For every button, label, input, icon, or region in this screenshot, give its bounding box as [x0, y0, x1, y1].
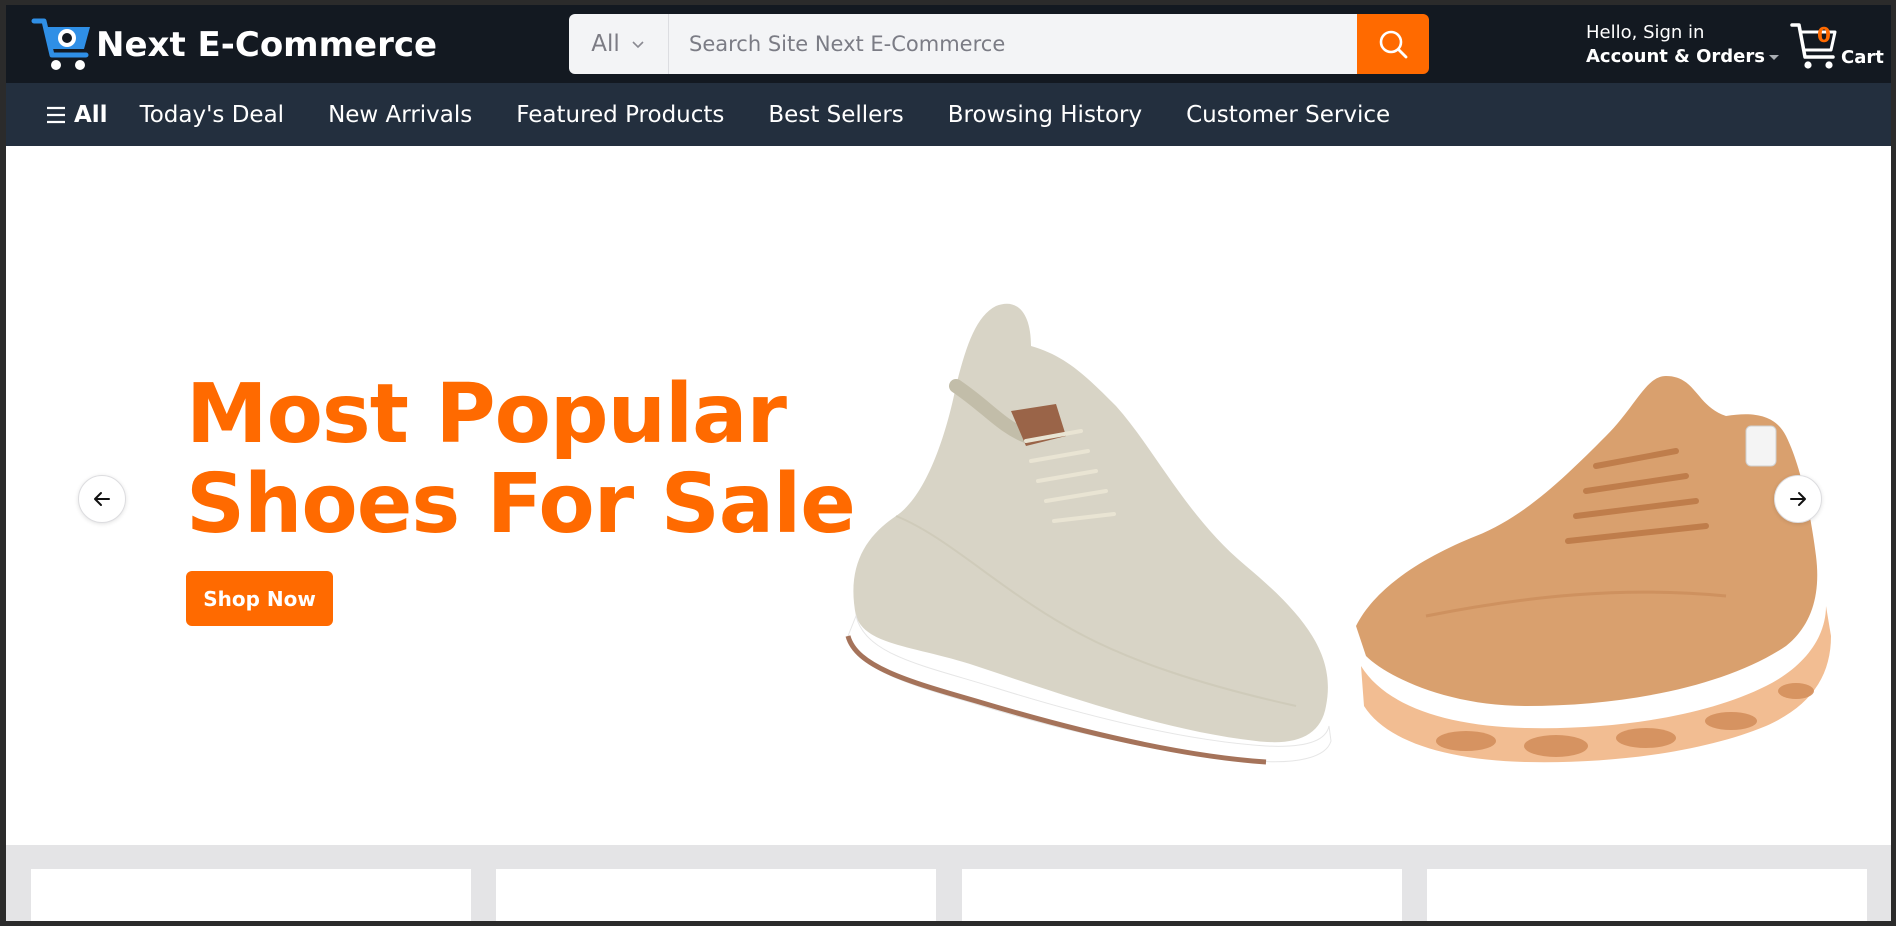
- product-card[interactable]: [496, 869, 936, 921]
- caret-down-icon: [1768, 55, 1779, 60]
- cart-logo-icon: [31, 18, 90, 70]
- browser-viewport: Next E-Commerce All Hello, Sign in Accou…: [6, 5, 1891, 921]
- cart-label: Cart: [1841, 47, 1884, 68]
- product-card[interactable]: [1427, 869, 1867, 921]
- chevron-down-icon: [632, 41, 644, 49]
- product-card[interactable]: [31, 869, 471, 921]
- account-orders-label: Account & Orders: [1586, 46, 1765, 67]
- cart-icon-wrap: 0: [1789, 19, 1839, 71]
- account-orders-link[interactable]: Account & Orders: [1586, 45, 1780, 69]
- search-input[interactable]: [669, 14, 1357, 74]
- hero-title-line-1: Most Popular: [186, 367, 787, 462]
- hero-shoes-image: [845, 303, 1831, 765]
- search-bar: All: [569, 14, 1429, 74]
- tan-shoe: [1356, 376, 1831, 763]
- beige-shoe: [845, 303, 1332, 765]
- product-card[interactable]: [962, 869, 1402, 921]
- main-nav: All Today's Deal New Arrivals Featured P…: [6, 83, 1891, 146]
- arrow-left-icon: [94, 492, 110, 506]
- nav-item-featured-products[interactable]: Featured Products: [516, 102, 724, 128]
- account-greeting: Hello, Sign in: [1586, 22, 1705, 43]
- nav-item-customer-service[interactable]: Customer Service: [1186, 102, 1390, 128]
- hero-title: Most Popular Shoes For Sale: [186, 367, 856, 552]
- nav-all-menu[interactable]: All: [46, 102, 108, 128]
- brand-name: Next E-Commerce: [96, 25, 438, 65]
- cart-button[interactable]: 0 Cart: [1789, 19, 1884, 71]
- cart-count: 0: [1817, 23, 1831, 47]
- hero-title-line-2: Shoes For Sale: [186, 457, 856, 552]
- search-button[interactable]: [1357, 14, 1429, 74]
- site-logo[interactable]: Next E-Commerce: [30, 15, 437, 75]
- top-header: Next E-Commerce All Hello, Sign in Accou…: [6, 5, 1891, 83]
- shop-now-button[interactable]: Shop Now: [186, 571, 333, 626]
- nav-item-best-sellers[interactable]: Best Sellers: [768, 102, 903, 128]
- nav-item-new-arrivals[interactable]: New Arrivals: [328, 102, 472, 128]
- nav-item-todays-deal[interactable]: Today's Deal: [140, 102, 284, 128]
- nav-all-label: All: [74, 101, 108, 128]
- nav-item-browsing-history[interactable]: Browsing History: [948, 102, 1142, 128]
- hero-carousel: Most Popular Shoes For Sale Shop Now: [6, 146, 1891, 845]
- carousel-prev-button[interactable]: [78, 475, 126, 523]
- arrow-right-icon: [1790, 492, 1806, 506]
- search-icon: [1379, 30, 1408, 59]
- search-category-select[interactable]: All: [569, 14, 669, 74]
- hamburger-icon: [47, 106, 65, 123]
- carousel-next-button[interactable]: [1774, 475, 1822, 523]
- cart-icon: [1790, 23, 1837, 69]
- search-category-label: All: [591, 31, 620, 57]
- account-menu[interactable]: Hello, Sign in Account & Orders: [1586, 21, 1780, 69]
